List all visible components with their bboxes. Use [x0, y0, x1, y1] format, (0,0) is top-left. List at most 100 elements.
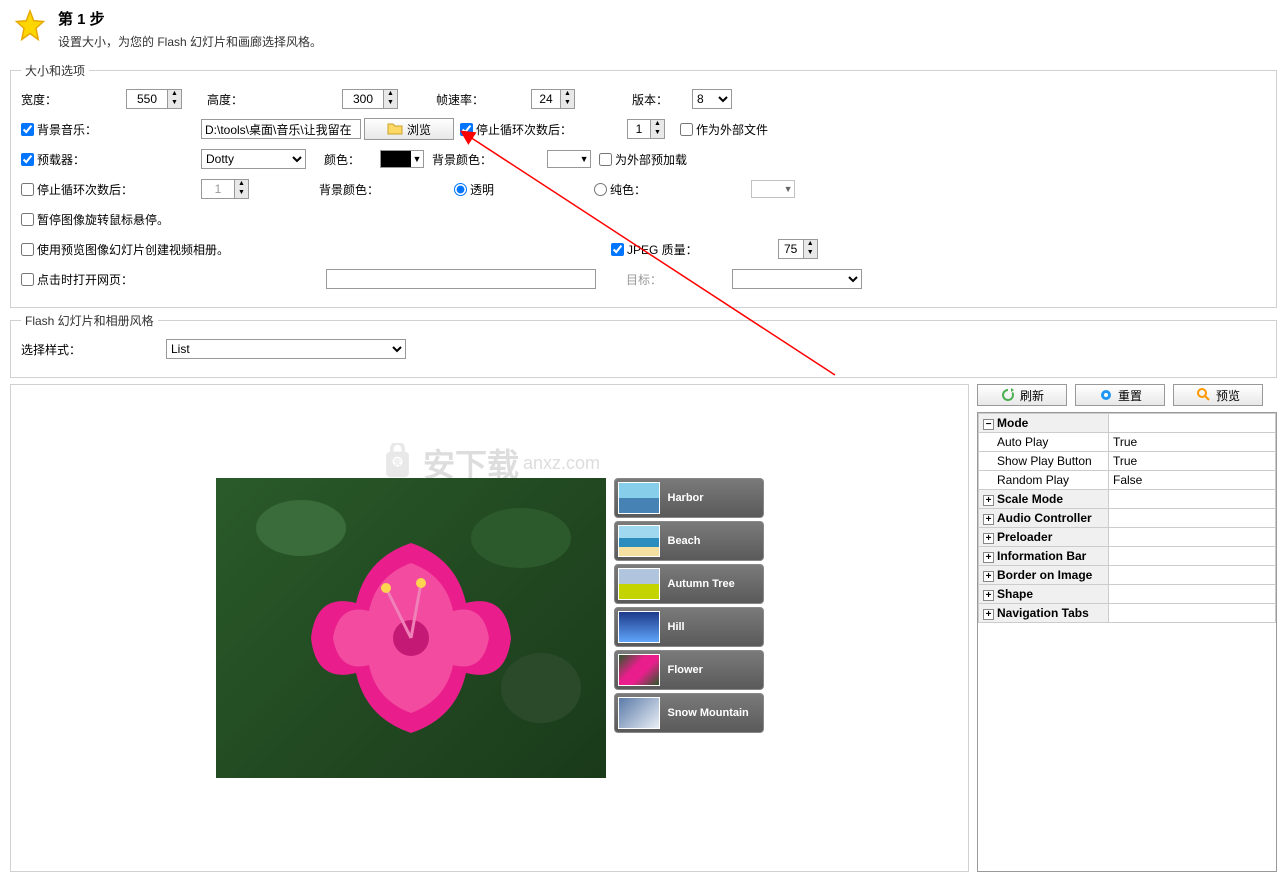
preview-panel: 安 安下载 anxz.com: [10, 384, 969, 872]
expand-icon[interactable]: +: [983, 571, 994, 582]
bgcolor-label: 背景颜色：: [432, 151, 492, 168]
jpeg-input[interactable]: [779, 240, 803, 258]
thumb-label: Snow Mountain: [668, 707, 749, 719]
browse-button[interactable]: 浏览: [364, 118, 454, 140]
external-file-label: 作为外部文件: [696, 121, 768, 138]
pause-hover-checkbox[interactable]: [21, 213, 34, 226]
stoploop2-checkbox[interactable]: [21, 183, 34, 196]
height-input[interactable]: [343, 90, 383, 108]
click-open-checkbox[interactable]: [21, 273, 34, 286]
fps-label: 帧速率：: [436, 91, 516, 108]
chevron-down-icon: ▼: [782, 184, 794, 194]
down-icon[interactable]: ▼: [561, 99, 574, 108]
refresh-button[interactable]: 刷新: [977, 384, 1067, 406]
thumb-image: [618, 654, 660, 686]
svg-text:安: 安: [393, 457, 400, 466]
prop-value[interactable]: True: [1109, 452, 1276, 471]
bgmusic-checkbox[interactable]: [21, 123, 34, 136]
style-select[interactable]: List: [166, 339, 406, 359]
preview-button[interactable]: 预览: [1173, 384, 1263, 406]
stoploop-input[interactable]: [628, 120, 650, 138]
prop-value[interactable]: True: [1109, 433, 1276, 452]
thumb-label: Flower: [668, 664, 703, 676]
main-preview-image: [216, 478, 606, 778]
bgmusic-input[interactable]: [201, 119, 361, 139]
thumb-label: Beach: [668, 535, 701, 547]
select-style-label: 选择样式：: [21, 341, 166, 358]
up-icon[interactable]: ▲: [651, 120, 664, 129]
thumb-item[interactable]: Hill: [614, 607, 764, 647]
style-fieldset: Flash 幻灯片和相册风格 选择样式： List: [10, 312, 1277, 378]
down-icon[interactable]: ▼: [651, 129, 664, 138]
solid-radio[interactable]: [594, 183, 607, 196]
expand-icon[interactable]: +: [983, 590, 994, 601]
solid-color-picker: ▼: [751, 180, 795, 198]
thumb-item[interactable]: Snow Mountain: [614, 693, 764, 733]
stoploop-label: 停止循环次数后：: [476, 121, 572, 138]
width-label: 宽度：: [21, 91, 101, 108]
size-legend: 大小和选项: [21, 62, 89, 79]
click-open-label: 点击时打开网页：: [37, 271, 133, 288]
external-preload-label: 为外部预加载: [615, 151, 687, 168]
prop-label[interactable]: Random Play: [979, 471, 1109, 490]
bgcolor-picker[interactable]: ▼: [547, 150, 591, 168]
up-icon[interactable]: ▲: [561, 90, 574, 99]
refresh-icon: [1000, 387, 1016, 403]
bgcolor2-label: 背景颜色：: [319, 181, 379, 198]
width-input[interactable]: [127, 90, 167, 108]
up-icon[interactable]: ▲: [804, 240, 817, 249]
down-icon[interactable]: ▼: [804, 249, 817, 258]
stoploop-checkbox[interactable]: [460, 123, 473, 136]
thumb-image: [618, 611, 660, 643]
preloader-checkbox[interactable]: [21, 153, 34, 166]
fps-input[interactable]: [532, 90, 560, 108]
thumb-item[interactable]: Beach: [614, 521, 764, 561]
transparent-radio[interactable]: [454, 183, 467, 196]
page-title: 第 1 步: [58, 8, 322, 29]
thumb-image: [618, 697, 660, 729]
thumb-image: [618, 525, 660, 557]
target-select[interactable]: [732, 269, 862, 289]
bgmusic-label: 背景音乐：: [37, 121, 97, 138]
stoploop2-label: 停止循环次数后：: [37, 181, 133, 198]
external-file-checkbox[interactable]: [680, 123, 693, 136]
expand-icon[interactable]: +: [983, 533, 994, 544]
jpeg-checkbox[interactable]: [611, 243, 624, 256]
use-preview-checkbox[interactable]: [21, 243, 34, 256]
url-input[interactable]: [326, 269, 596, 289]
expand-icon[interactable]: +: [983, 552, 994, 563]
jpeg-label: JPEG 质量：: [627, 241, 698, 258]
color-picker[interactable]: ▼: [380, 150, 424, 168]
expand-icon[interactable]: +: [983, 514, 994, 525]
search-icon: [1196, 387, 1212, 403]
thumb-item[interactable]: Autumn Tree: [614, 564, 764, 604]
expand-icon[interactable]: +: [983, 609, 994, 620]
up-icon[interactable]: ▲: [168, 90, 181, 99]
chevron-down-icon: ▼: [578, 154, 590, 164]
gear-icon: [1098, 387, 1114, 403]
external-preload-checkbox[interactable]: [599, 153, 612, 166]
folder-icon: [387, 121, 403, 137]
down-icon[interactable]: ▼: [384, 99, 397, 108]
style-legend: Flash 幻灯片和相册风格: [21, 312, 158, 329]
star-icon: [12, 8, 48, 44]
preloader-select[interactable]: Dotty: [201, 149, 306, 169]
property-grid[interactable]: −Mode Auto PlayTrue Show Play ButtonTrue…: [977, 412, 1277, 872]
transparent-label: 透明: [470, 181, 494, 198]
down-icon: ▼: [235, 189, 248, 198]
thumb-image: [618, 482, 660, 514]
preloader-label: 预载器：: [37, 151, 85, 168]
page-subtitle: 设置大小，为您的 Flash 幻灯片和画廊选择风格。: [58, 33, 322, 50]
prop-value[interactable]: False: [1109, 471, 1276, 490]
prop-label[interactable]: Show Play Button: [979, 452, 1109, 471]
reset-button[interactable]: 重置: [1075, 384, 1165, 406]
up-icon[interactable]: ▲: [384, 90, 397, 99]
thumb-item[interactable]: Harbor: [614, 478, 764, 518]
expand-icon[interactable]: +: [983, 495, 994, 506]
collapse-icon[interactable]: −: [983, 419, 994, 430]
prop-label[interactable]: Auto Play: [979, 433, 1109, 452]
version-select[interactable]: 8: [692, 89, 732, 109]
down-icon[interactable]: ▼: [168, 99, 181, 108]
use-preview-label: 使用预览图像幻灯片创建视频相册。: [37, 241, 229, 258]
thumb-item[interactable]: Flower: [614, 650, 764, 690]
